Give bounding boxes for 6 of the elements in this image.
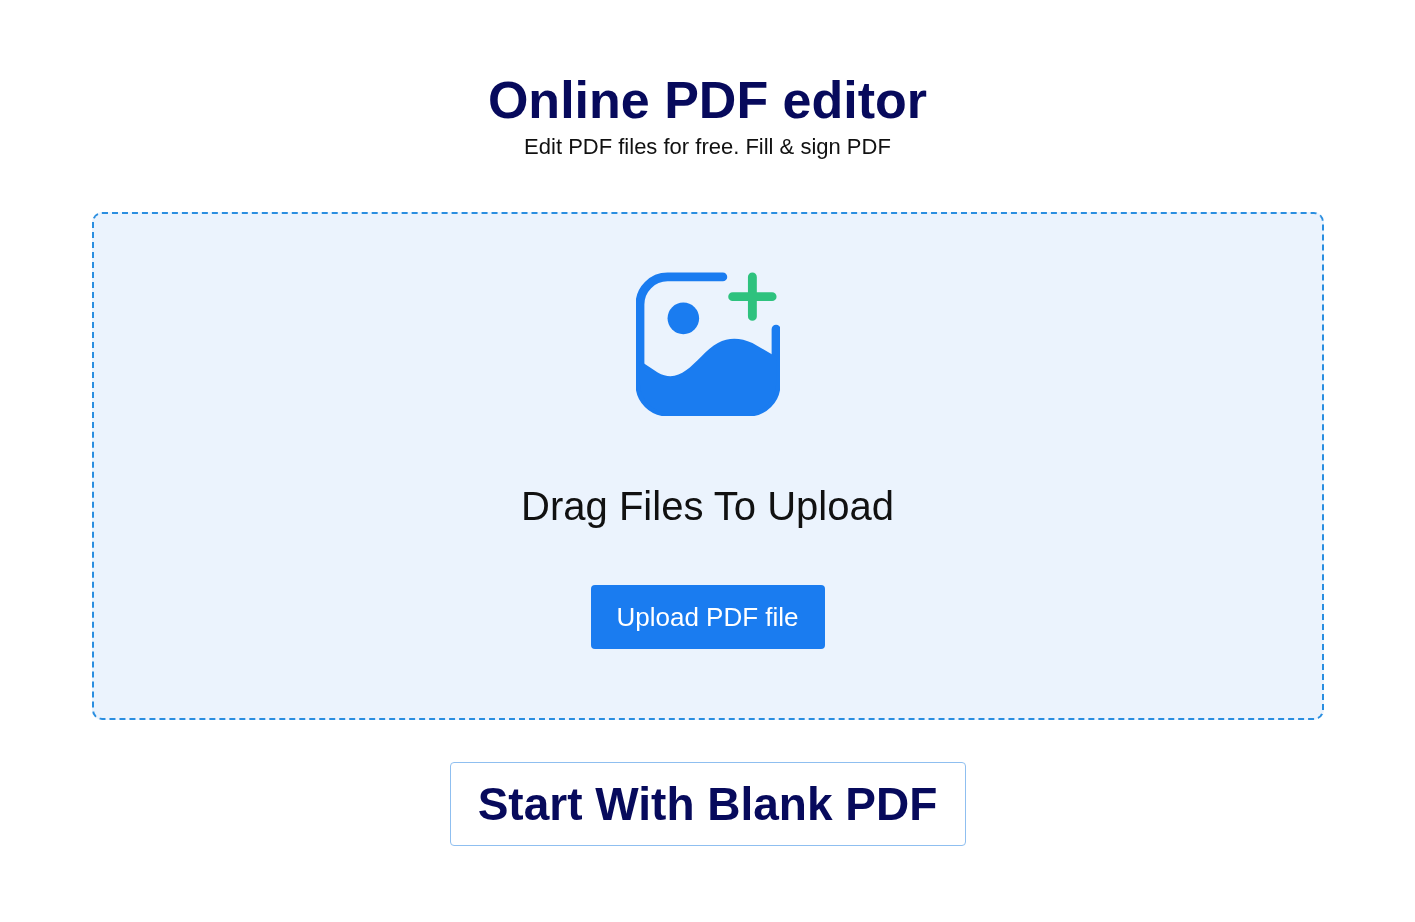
drag-prompt: Drag Files To Upload [521,483,894,530]
page-title: Online PDF editor [487,70,928,130]
upload-dropzone[interactable]: Drag Files To Upload Upload PDF file [91,212,1324,720]
page-subtitle: Edit PDF files for free. Fill & sign PDF [524,133,891,161]
blank-pdf-button[interactable]: Start With Blank PDF [449,762,966,846]
upload-button[interactable]: Upload PDF file [590,585,825,649]
